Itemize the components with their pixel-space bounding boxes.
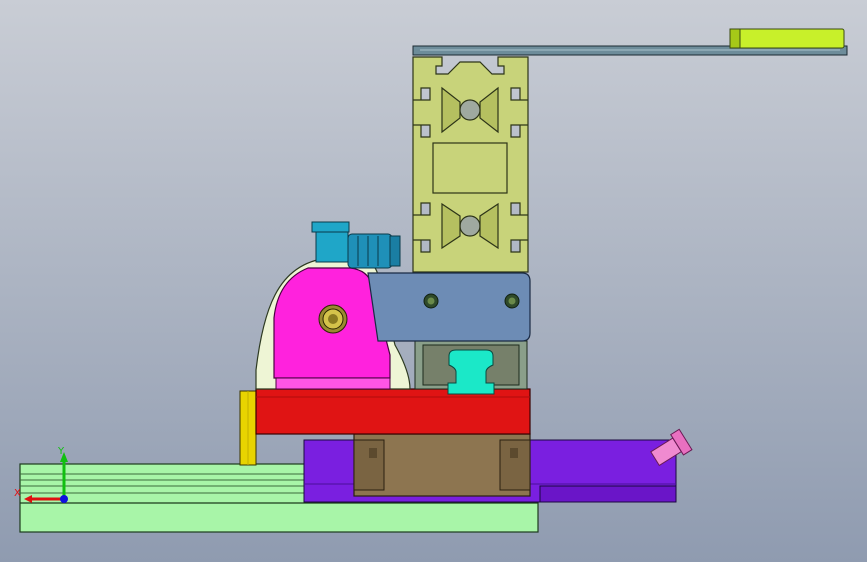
bolt[interactable] <box>318 304 348 334</box>
top-pad[interactable] <box>729 28 845 49</box>
blue-plate[interactable] <box>367 272 531 342</box>
cad-viewport[interactable]: X Y <box>0 0 867 562</box>
red-plate[interactable] <box>255 388 531 435</box>
triad-y-label: Y <box>57 446 65 457</box>
aluminum-profile[interactable] <box>412 56 529 273</box>
brown-carriage[interactable] <box>353 433 531 497</box>
yellow-post[interactable] <box>239 390 257 466</box>
z-axis-dot <box>60 495 68 503</box>
cad-scene: X Y <box>0 0 867 562</box>
triad-x-label: X <box>14 488 21 499</box>
